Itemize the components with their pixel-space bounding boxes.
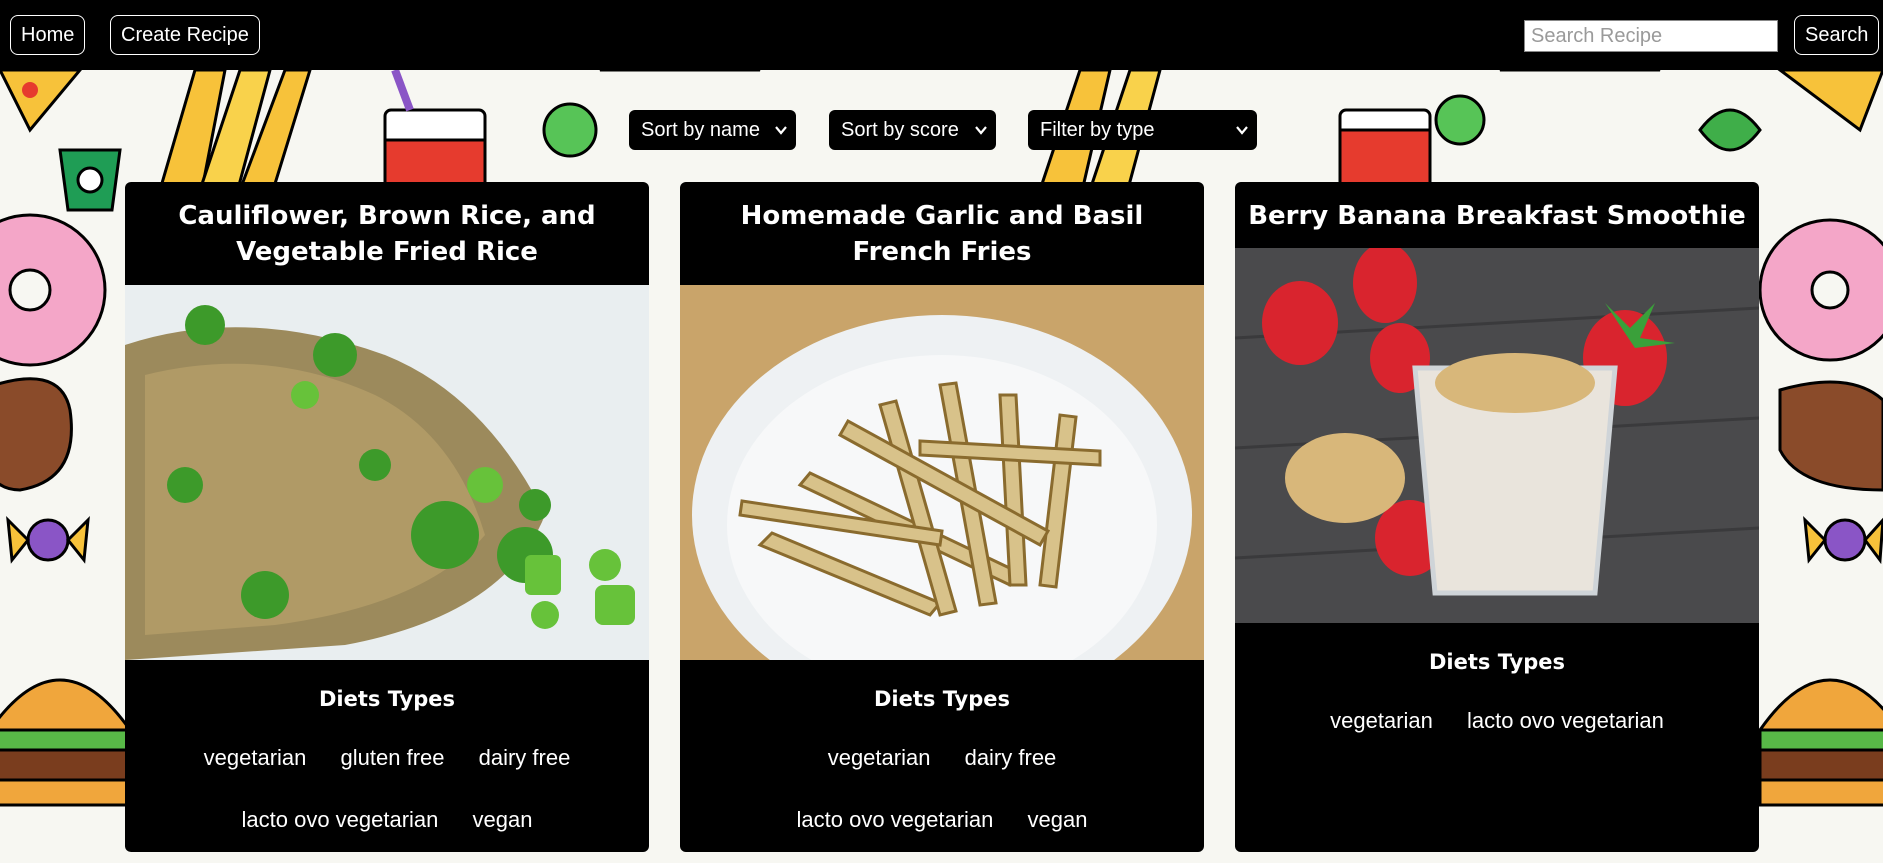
diet-tag: lacto ovo vegetarian	[1466, 708, 1664, 733]
diet-tags: vegetarian lacto ovo vegetarian	[1255, 690, 1739, 752]
diet-tag: vegan	[472, 807, 533, 832]
recipe-card[interactable]: Cauliflower, Brown Rice, and Vegetable F…	[125, 182, 649, 852]
search-input[interactable]	[1524, 20, 1778, 52]
diet-tag: vegetarian	[827, 745, 931, 770]
filter-by-type-select[interactable]: Filter by type	[1028, 110, 1257, 150]
fried-rice-photo[interactable]	[125, 285, 649, 660]
diet-tag: vegetarian	[1330, 708, 1433, 733]
recipe-card[interactable]: Homemade Garlic and Basil French Fries D…	[680, 182, 1204, 852]
diet-tag: lacto ovo vegetarian	[241, 807, 439, 832]
chevron-down-icon	[775, 126, 787, 135]
diets-heading: Diets Types	[1428, 650, 1566, 674]
sort-by-name-label: Sort by name	[641, 118, 760, 141]
diet-tag: vegetarian	[203, 745, 307, 770]
diet-tag: dairy free	[964, 745, 1057, 770]
recipe-title[interactable]: Homemade Garlic and Basil French Fries	[690, 198, 1194, 270]
chevron-down-icon	[1236, 126, 1248, 135]
recipe-card[interactable]: Berry Banana Breakfast Smoothie Diets Ty…	[1235, 182, 1759, 852]
diet-tag: vegan	[1027, 807, 1088, 832]
diet-tags: vegetarian dairy free lacto ovo vegetari…	[700, 727, 1184, 851]
diets-heading: Diets Types	[873, 687, 1011, 711]
diet-tags: vegetarian gluten free dairy free lacto …	[145, 727, 629, 851]
home-button[interactable]: Home	[10, 15, 86, 55]
french-fries-photo[interactable]	[680, 285, 1204, 660]
recipe-title[interactable]: Berry Banana Breakfast Smoothie	[1245, 198, 1749, 234]
top-navbar: Home Create Recipe Search	[0, 0, 1883, 70]
create-recipe-button[interactable]: Create Recipe	[110, 15, 260, 55]
search-button[interactable]: Search	[1794, 15, 1880, 55]
diet-tag: gluten free	[340, 745, 445, 770]
smoothie-photo[interactable]	[1235, 248, 1759, 623]
sort-by-score-select[interactable]: Sort by score	[829, 110, 996, 150]
sort-by-score-label: Sort by score	[841, 118, 959, 141]
filter-by-type-label: Filter by type	[1040, 118, 1155, 141]
chevron-down-icon	[975, 126, 987, 135]
sort-by-name-select[interactable]: Sort by name	[629, 110, 796, 150]
diets-heading: Diets Types	[318, 687, 456, 711]
diet-tag: dairy free	[478, 745, 571, 770]
recipe-title[interactable]: Cauliflower, Brown Rice, and Vegetable F…	[135, 198, 639, 270]
diet-tag: lacto ovo vegetarian	[796, 807, 994, 832]
